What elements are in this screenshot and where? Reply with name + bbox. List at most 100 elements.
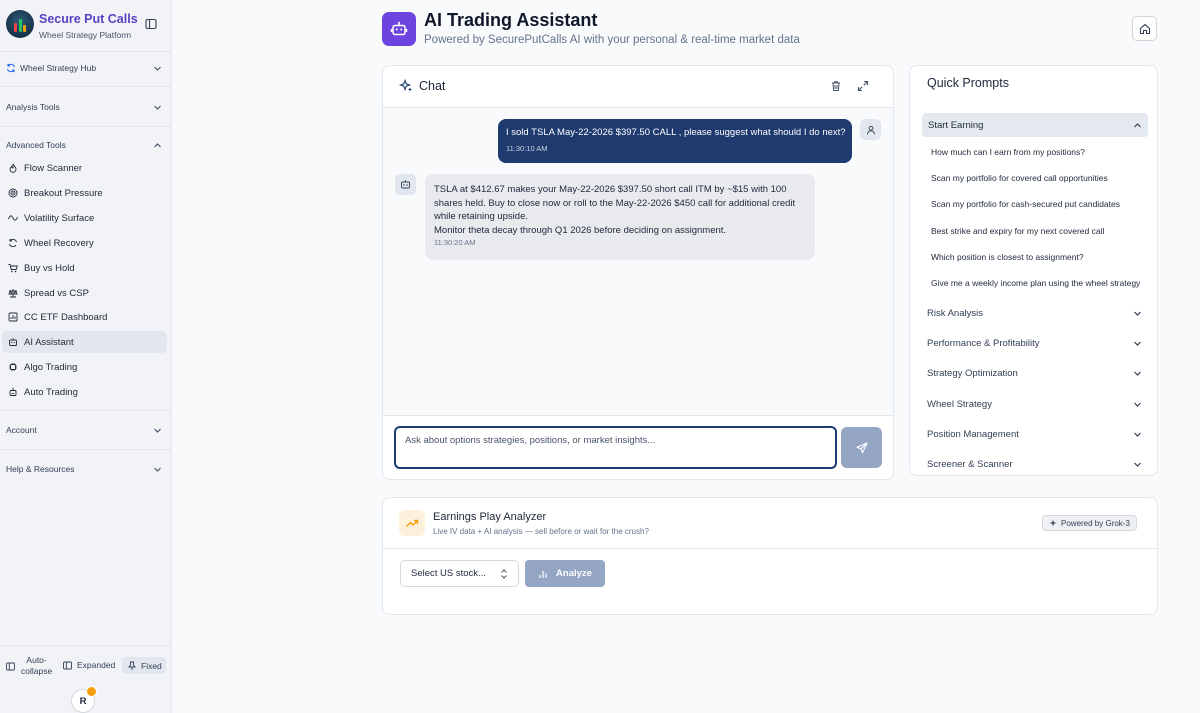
trending-up-icon — [399, 510, 425, 536]
quick-prompt-item[interactable]: How much can I earn from my positions? — [931, 147, 1085, 157]
chevron-down-icon — [1134, 432, 1141, 437]
section-help-resources[interactable]: Help & Resources — [6, 464, 162, 474]
home-icon — [1139, 23, 1150, 34]
section-account[interactable]: Account — [6, 425, 162, 435]
stock-select[interactable]: Select US stock... — [400, 560, 519, 587]
home-button[interactable] — [1132, 16, 1157, 41]
sidebar-item-algo-trading[interactable]: Algo Trading — [2, 356, 167, 378]
refresh-icon — [9, 238, 17, 248]
wave-icon — [8, 215, 18, 221]
scale-icon — [8, 289, 18, 298]
chevron-down-icon — [154, 467, 161, 472]
bot-icon — [401, 180, 410, 189]
sidebar-item-wheel-recovery[interactable]: Wheel Recovery — [2, 232, 167, 254]
category-screener-scanner[interactable]: Screener & Scanner — [927, 459, 1142, 470]
sidebar-item-label: Auto Trading — [24, 386, 78, 398]
section-label: Help & Resources — [6, 464, 75, 474]
user-message-text: I sold TSLA May-22-2026 $397.50 CALL , p… — [506, 127, 846, 138]
chat-input[interactable] — [394, 426, 837, 469]
sidebar-item-label: Buy vs Hold — [24, 262, 75, 274]
clear-chat-button[interactable] — [830, 80, 844, 94]
sidebar-item-buy-vs-hold[interactable]: Buy vs Hold — [2, 257, 167, 279]
chevron-down-icon — [154, 66, 161, 71]
assistant-message-line: TSLA at $412.67 makes your May-22-2026 $… — [434, 184, 787, 195]
expanded-label: Expanded — [77, 660, 116, 670]
chip-icon — [9, 363, 17, 371]
sidebar-item-spread-vs-csp[interactable]: Spread vs CSP — [2, 282, 167, 304]
sidebar-item-label: Volatility Surface — [24, 212, 95, 224]
chevron-up-icon — [1134, 122, 1141, 127]
earnings-title: Earnings Play Analyzer — [433, 511, 547, 523]
robot-icon — [9, 387, 17, 396]
auto-collapse-option[interactable]: Auto- collapse — [6, 655, 52, 677]
sidebar-item-volatility-surface[interactable]: Volatility Surface — [2, 207, 167, 229]
assistant-message-line: shares held. Buy to close now or roll to… — [434, 197, 796, 209]
quick-prompt-item[interactable]: Give me a weekly income plan using the w… — [931, 278, 1140, 288]
chat-title: Chat — [419, 79, 446, 93]
divider — [0, 86, 172, 87]
target-icon — [8, 188, 18, 198]
chevron-down-icon — [1134, 341, 1141, 346]
divider — [0, 449, 172, 450]
quick-prompt-item[interactable]: Scan my portfolio for cash-secured put c… — [931, 199, 1120, 209]
category-label: Performance & Profitability — [927, 338, 1040, 349]
trash-icon — [832, 81, 840, 91]
expand-chat-button[interactable] — [857, 80, 871, 94]
sidebar-item-ai-assistant[interactable]: AI Assistant — [2, 331, 167, 353]
divider — [0, 51, 172, 52]
expand-layout-icon — [63, 661, 72, 669]
section-wheel-strategy-hub[interactable]: Wheel Strategy Hub — [6, 63, 162, 73]
sidebar-item-cc-etf-dashboard[interactable]: CC ETF Dashboard — [2, 306, 167, 328]
chevron-up-down-icon — [501, 568, 507, 579]
sidebar-item-label: CC ETF Dashboard — [24, 311, 108, 323]
category-performance-profitability[interactable]: Performance & Profitability — [927, 338, 1142, 349]
sidebar-item-label: AI Assistant — [24, 336, 74, 348]
sidebar-item-flow-scanner[interactable]: Flow Scanner — [2, 157, 167, 179]
message-timestamp: 11:30:10 AM — [506, 144, 548, 153]
category-label: Strategy Optimization — [927, 368, 1018, 379]
analyze-button[interactable]: Analyze — [525, 560, 605, 587]
bot-icon — [9, 338, 17, 346]
chat-header: Chat — [399, 79, 445, 93]
category-label: Start Earning — [928, 119, 984, 131]
category-label: Wheel Strategy — [927, 399, 992, 410]
avatar-badge-icon — [86, 686, 97, 697]
section-analysis-tools[interactable]: Analysis Tools — [6, 102, 162, 112]
assistant-avatar — [395, 174, 416, 195]
category-wheel-strategy[interactable]: Wheel Strategy — [927, 399, 1142, 410]
send-button[interactable] — [841, 427, 882, 468]
user-avatar — [860, 119, 881, 140]
refresh-icon — [6, 63, 16, 73]
category-label: Risk Analysis — [927, 308, 983, 319]
sidebar-toggle-icon[interactable] — [145, 18, 157, 30]
category-position-management[interactable]: Position Management — [927, 429, 1142, 440]
category-label: Screener & Scanner — [927, 459, 1013, 470]
brand[interactable]: Secure Put Calls Wheel Strategy Platform — [6, 10, 138, 40]
expanded-option[interactable]: Expanded — [63, 660, 115, 670]
chevron-down-icon — [1134, 311, 1141, 316]
sidebar-item-breakout-pressure[interactable]: Breakout Pressure — [2, 182, 167, 204]
sidebar-layout-icon — [6, 662, 15, 670]
sparkle-icon — [1049, 519, 1057, 527]
analyze-label: Analyze — [556, 568, 592, 579]
divider — [0, 410, 172, 411]
stock-select-value: Select US stock... — [411, 568, 486, 579]
category-start-earning[interactable]: Start Earning — [922, 113, 1148, 137]
quick-prompt-item[interactable]: Scan my portfolio for covered call oppor… — [931, 173, 1108, 183]
auto-collapse-label: collapse — [21, 666, 53, 676]
quick-prompt-item[interactable]: Which position is closest to assignment? — [931, 252, 1084, 262]
divider — [0, 126, 172, 127]
section-label: Account — [6, 425, 37, 435]
divider — [383, 548, 1157, 549]
section-advanced-tools[interactable]: Advanced Tools — [6, 140, 162, 150]
fixed-option[interactable]: Fixed — [122, 657, 166, 674]
category-risk-analysis[interactable]: Risk Analysis — [927, 308, 1142, 319]
assistant-message-line: Monitor theta decay through Q1 2026 befo… — [434, 224, 727, 236]
flame-icon — [9, 163, 17, 173]
quick-prompt-item[interactable]: Best strike and expiry for my next cover… — [931, 226, 1104, 236]
section-label: Advanced Tools — [6, 140, 66, 150]
page-title: AI Trading Assistant — [424, 10, 598, 30]
category-strategy-optimization[interactable]: Strategy Optimization — [927, 368, 1142, 379]
chevron-down-icon — [154, 105, 161, 110]
sidebar-item-auto-trading[interactable]: Auto Trading — [2, 381, 167, 403]
